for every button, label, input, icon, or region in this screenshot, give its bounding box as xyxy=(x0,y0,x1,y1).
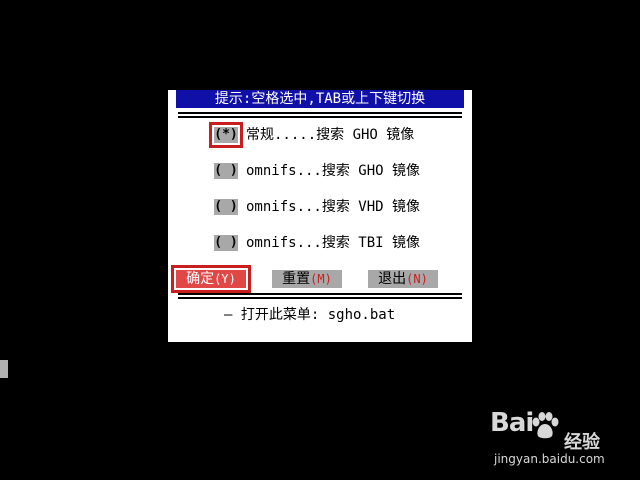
radio-button[interactable]: ( ) xyxy=(214,199,238,215)
radio-button[interactable]: ( ) xyxy=(214,235,238,251)
radio-button[interactable]: (*) xyxy=(209,122,243,148)
exit-button-label: 退出 xyxy=(378,271,407,287)
radio-button[interactable]: ( ) xyxy=(214,163,238,179)
option-omnifs-tbi[interactable]: ( ) omnifs...搜索 TBI 镜像 xyxy=(214,232,420,254)
watermark-cn: 经验 xyxy=(564,432,600,453)
option-label: 常规.....搜索 GHO 镜像 xyxy=(246,127,415,143)
option-label: omnifs...搜索 VHD 镜像 xyxy=(246,199,421,215)
reset-button[interactable]: 重置(M) xyxy=(272,270,342,288)
ok-hotkey: (Y) xyxy=(214,272,236,286)
watermark-url: jingyan.baidu.com xyxy=(494,452,605,466)
separator-top xyxy=(178,112,462,118)
exit-hotkey: (N) xyxy=(406,272,428,286)
reset-button-label: 重置 xyxy=(282,271,311,287)
footer-hint: – 打开此菜单: sgho.bat xyxy=(224,307,396,323)
option-label: omnifs...搜索 TBI 镜像 xyxy=(246,235,421,251)
option-normal-gho[interactable]: (*) 常规.....搜索 GHO 镜像 xyxy=(209,122,415,148)
exit-button[interactable]: 退出(N) xyxy=(368,270,438,288)
ok-button-label: 确定 xyxy=(186,271,215,287)
separator-bottom xyxy=(178,293,462,299)
baidu-jingyan-watermark: Bai 经验 jingyan.baidu.com xyxy=(490,408,630,468)
watermark-logo: Bai xyxy=(490,408,534,438)
option-label: omnifs...搜索 GHO 镜像 xyxy=(246,163,421,179)
text-cursor xyxy=(0,360,8,378)
reset-hotkey: (M) xyxy=(310,272,332,286)
paw-icon xyxy=(532,412,559,439)
dos-screen: 提示:空格选中,TAB或上下键切换 (*) 常规.....搜索 GHO 镜像 (… xyxy=(0,0,640,480)
dialog-title: 提示:空格选中,TAB或上下键切换 xyxy=(176,90,464,108)
search-dialog: 提示:空格选中,TAB或上下键切换 (*) 常规.....搜索 GHO 镜像 (… xyxy=(168,90,472,342)
option-omnifs-gho[interactable]: ( ) omnifs...搜索 GHO 镜像 xyxy=(214,160,420,182)
ok-button[interactable]: 确定(Y) xyxy=(176,270,246,288)
option-omnifs-vhd[interactable]: ( ) omnifs...搜索 VHD 镜像 xyxy=(214,196,420,218)
